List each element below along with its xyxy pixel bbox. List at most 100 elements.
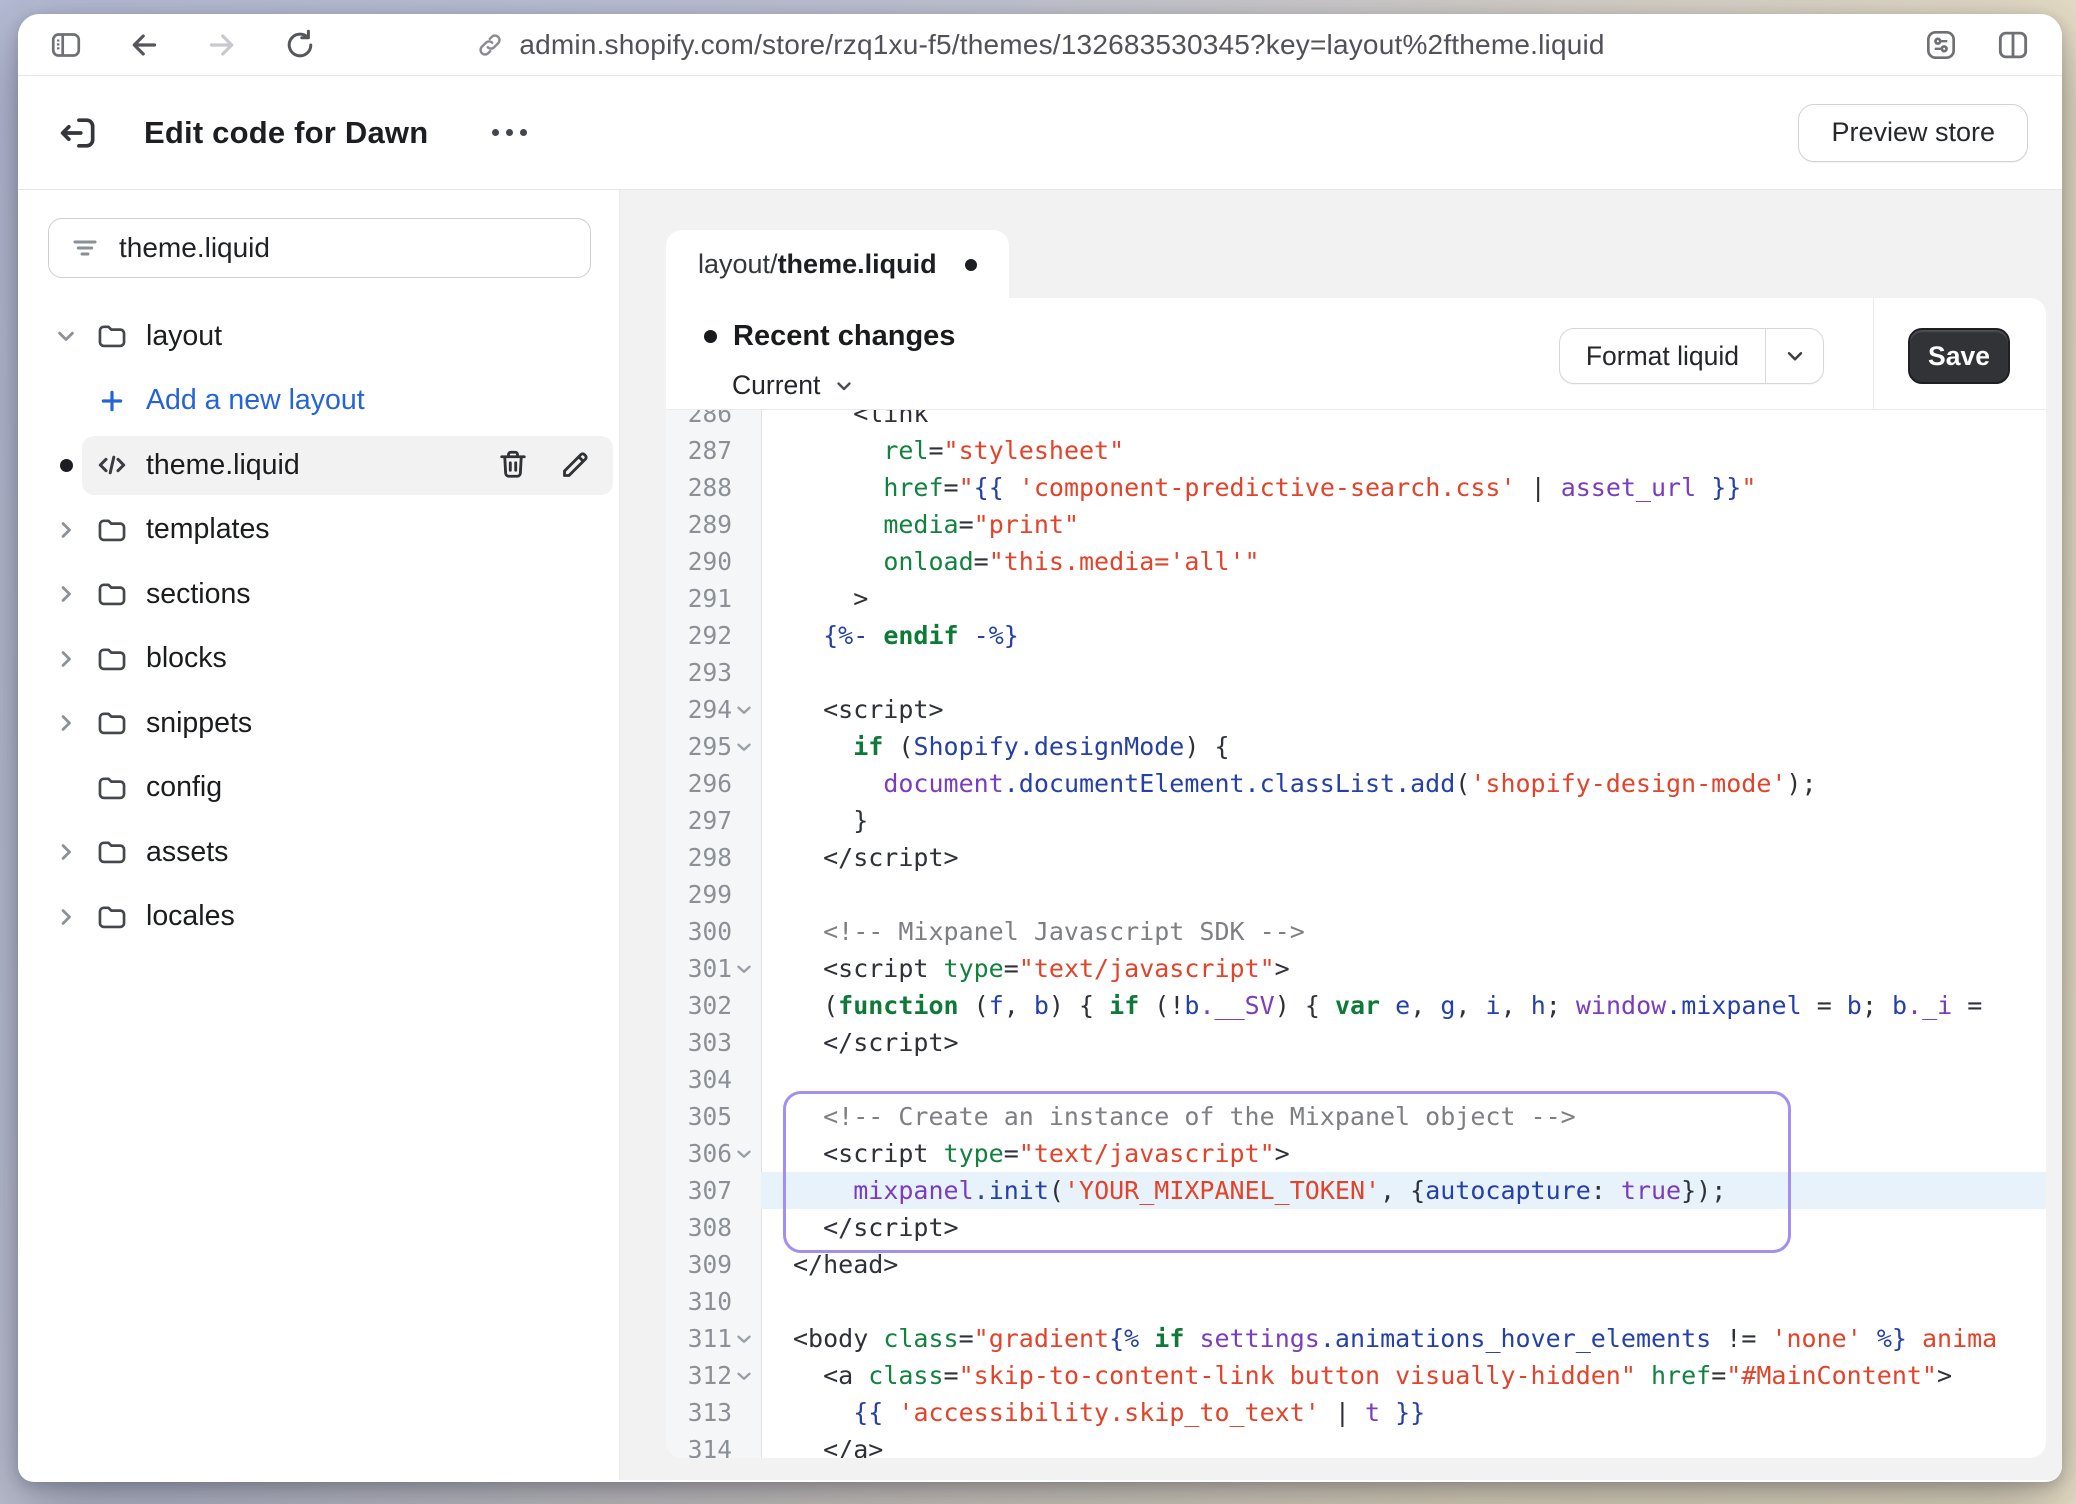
chevron-down-icon — [1782, 343, 1808, 369]
code-line-286: 286 <link — [666, 410, 2046, 432]
link-icon — [475, 30, 505, 60]
format-liquid-button[interactable]: Format liquid — [1559, 328, 1824, 384]
code-editor[interactable]: 286 <link287 rel="stylesheet"288 href="{… — [666, 410, 2046, 1458]
browser-window: admin.shopify.com/store/rzq1xu-f5/themes… — [18, 14, 2062, 1482]
file-filter-input[interactable] — [119, 232, 570, 264]
editor-panel: Recent changes Current Format liquid Sav… — [666, 298, 2046, 1458]
browser-extensions-icon[interactable] — [1922, 26, 1960, 64]
folder-icon — [92, 513, 132, 547]
editor-toolbar: Recent changes Current Format liquid Sav… — [666, 298, 2046, 410]
tab-theme-liquid[interactable]: layout/theme.liquid — [666, 230, 1009, 299]
code-line-294: 294 <script> — [666, 691, 2046, 728]
tree-item-locales[interactable]: locales — [18, 885, 619, 950]
tab-file-name: theme.liquid — [778, 249, 937, 280]
page-title: Edit code for Dawn — [144, 115, 428, 151]
fold-chevron-icon[interactable] — [732, 736, 756, 758]
code-line-299: 299 — [666, 876, 2046, 913]
tree-item-label: Add a new layout — [146, 384, 365, 417]
tree-item-assets[interactable]: assets — [18, 820, 619, 885]
chevron-right-icon[interactable] — [48, 516, 84, 544]
more-options-icon[interactable] — [482, 119, 537, 146]
fold-chevron-icon[interactable] — [732, 1328, 756, 1350]
code-line-311: 311<body class="gradient{% if settings.a… — [666, 1320, 2046, 1357]
code-line-303: 303 </script> — [666, 1024, 2046, 1061]
code-line-313: 313 {{ 'accessibility.skip_to_text' | t … — [666, 1394, 2046, 1431]
line-number: 296 — [666, 765, 761, 802]
file-sidebar: layout Add a new layout theme.liquid templa… — [18, 190, 620, 1480]
code-line-295: 295 if (Shopify.designMode) { — [666, 728, 2046, 765]
folder-icon — [92, 771, 132, 805]
line-number: 298 — [666, 839, 761, 876]
fold-chevron-icon[interactable] — [732, 699, 756, 721]
code-line-291: 291 > — [666, 580, 2046, 617]
line-number: 307 — [666, 1172, 761, 1209]
save-button[interactable]: Save — [1908, 328, 2010, 384]
code-line-300: 300 <!-- Mixpanel Javascript SDK --> — [666, 913, 2046, 950]
line-number: 286 — [666, 410, 761, 432]
tree-item-theme-liquid[interactable]: theme.liquid — [18, 433, 619, 498]
code-line-302: 302 (function (f, b) { if (!b.__SV) { va… — [666, 987, 2046, 1024]
fold-chevron-icon[interactable] — [732, 1365, 756, 1387]
code-line-307: 307 mixpanel.init('YOUR_MIXPANEL_TOKEN',… — [666, 1172, 2046, 1209]
chevron-right-icon[interactable] — [48, 903, 84, 931]
code-line-308: 308 </script> — [666, 1209, 2046, 1246]
split-view-icon[interactable] — [1994, 26, 2032, 64]
line-number: 311 — [666, 1320, 761, 1357]
version-dropdown[interactable]: Current — [732, 370, 856, 401]
tree-item-label: config — [146, 771, 222, 804]
exit-editor-icon[interactable] — [52, 107, 104, 159]
folder-icon — [92, 577, 132, 611]
code-line-305: 305 <!-- Create an instance of the Mixpa… — [666, 1098, 2046, 1135]
code-line-314: 314 </a> — [666, 1431, 2046, 1458]
fold-chevron-icon[interactable] — [732, 958, 756, 980]
tree-item-blocks[interactable]: blocks — [18, 627, 619, 692]
code-line-309: 309</head> — [666, 1246, 2046, 1283]
app-header: Edit code for Dawn Preview store — [18, 76, 2062, 190]
tree-item-layout[interactable]: layout — [18, 304, 619, 369]
chevron-right-icon[interactable] — [48, 645, 84, 673]
line-number: 288 — [666, 469, 761, 506]
folder-icon — [92, 900, 132, 934]
add-new-layout-button[interactable]: Add a new layout — [18, 369, 619, 434]
preview-store-button[interactable]: Preview store — [1798, 104, 2028, 162]
code-line-297: 297 } — [666, 802, 2046, 839]
code-line-304: 304 — [666, 1061, 2046, 1098]
code-line-312: 312 <a class="skip-to-content-link butto… — [666, 1357, 2046, 1394]
tree-item-label: templates — [146, 513, 270, 546]
tree-item-label: sections — [146, 578, 251, 611]
line-number: 301 — [666, 950, 761, 987]
tree-item-label: blocks — [146, 642, 227, 675]
folder-icon — [92, 642, 132, 676]
unsaved-changes-dot — [60, 459, 73, 472]
file-filter-field[interactable] — [48, 218, 591, 278]
chevron-right-icon[interactable] — [48, 709, 84, 737]
tree-item-snippets[interactable]: snippets — [18, 691, 619, 756]
toolbar-divider — [1873, 298, 1875, 409]
line-number: 305 — [666, 1098, 761, 1135]
line-number: 304 — [666, 1061, 761, 1098]
tree-item-config[interactable]: config — [18, 756, 619, 821]
folder-icon — [92, 319, 132, 353]
line-number: 289 — [666, 506, 761, 543]
unsaved-changes-dot — [965, 259, 977, 271]
line-number: 287 — [666, 432, 761, 469]
chevron-right-icon[interactable] — [48, 580, 84, 608]
format-options-caret[interactable] — [1765, 329, 1823, 383]
line-number: 292 — [666, 617, 761, 654]
tree-item-templates[interactable]: templates — [18, 498, 619, 563]
line-number: 295 — [666, 728, 761, 765]
line-number: 313 — [666, 1394, 761, 1431]
trash-icon[interactable] — [495, 447, 531, 483]
fold-chevron-icon[interactable] — [732, 1143, 756, 1165]
chevron-right-icon[interactable] — [48, 838, 84, 866]
url-text: admin.shopify.com/store/rzq1xu-f5/themes… — [519, 29, 1604, 61]
pencil-icon[interactable] — [557, 447, 593, 483]
browser-toolbar: admin.shopify.com/store/rzq1xu-f5/themes… — [18, 14, 2062, 76]
line-number: 310 — [666, 1283, 761, 1320]
chevron-down-icon[interactable] — [48, 322, 84, 350]
tree-item-sections[interactable]: sections — [18, 562, 619, 627]
tree-item-label: snippets — [146, 707, 252, 740]
address-bar[interactable]: admin.shopify.com/store/rzq1xu-f5/themes… — [18, 14, 2062, 76]
line-number: 309 — [666, 1246, 761, 1283]
file-tree: layout Add a new layout theme.liquid templa… — [18, 304, 619, 949]
